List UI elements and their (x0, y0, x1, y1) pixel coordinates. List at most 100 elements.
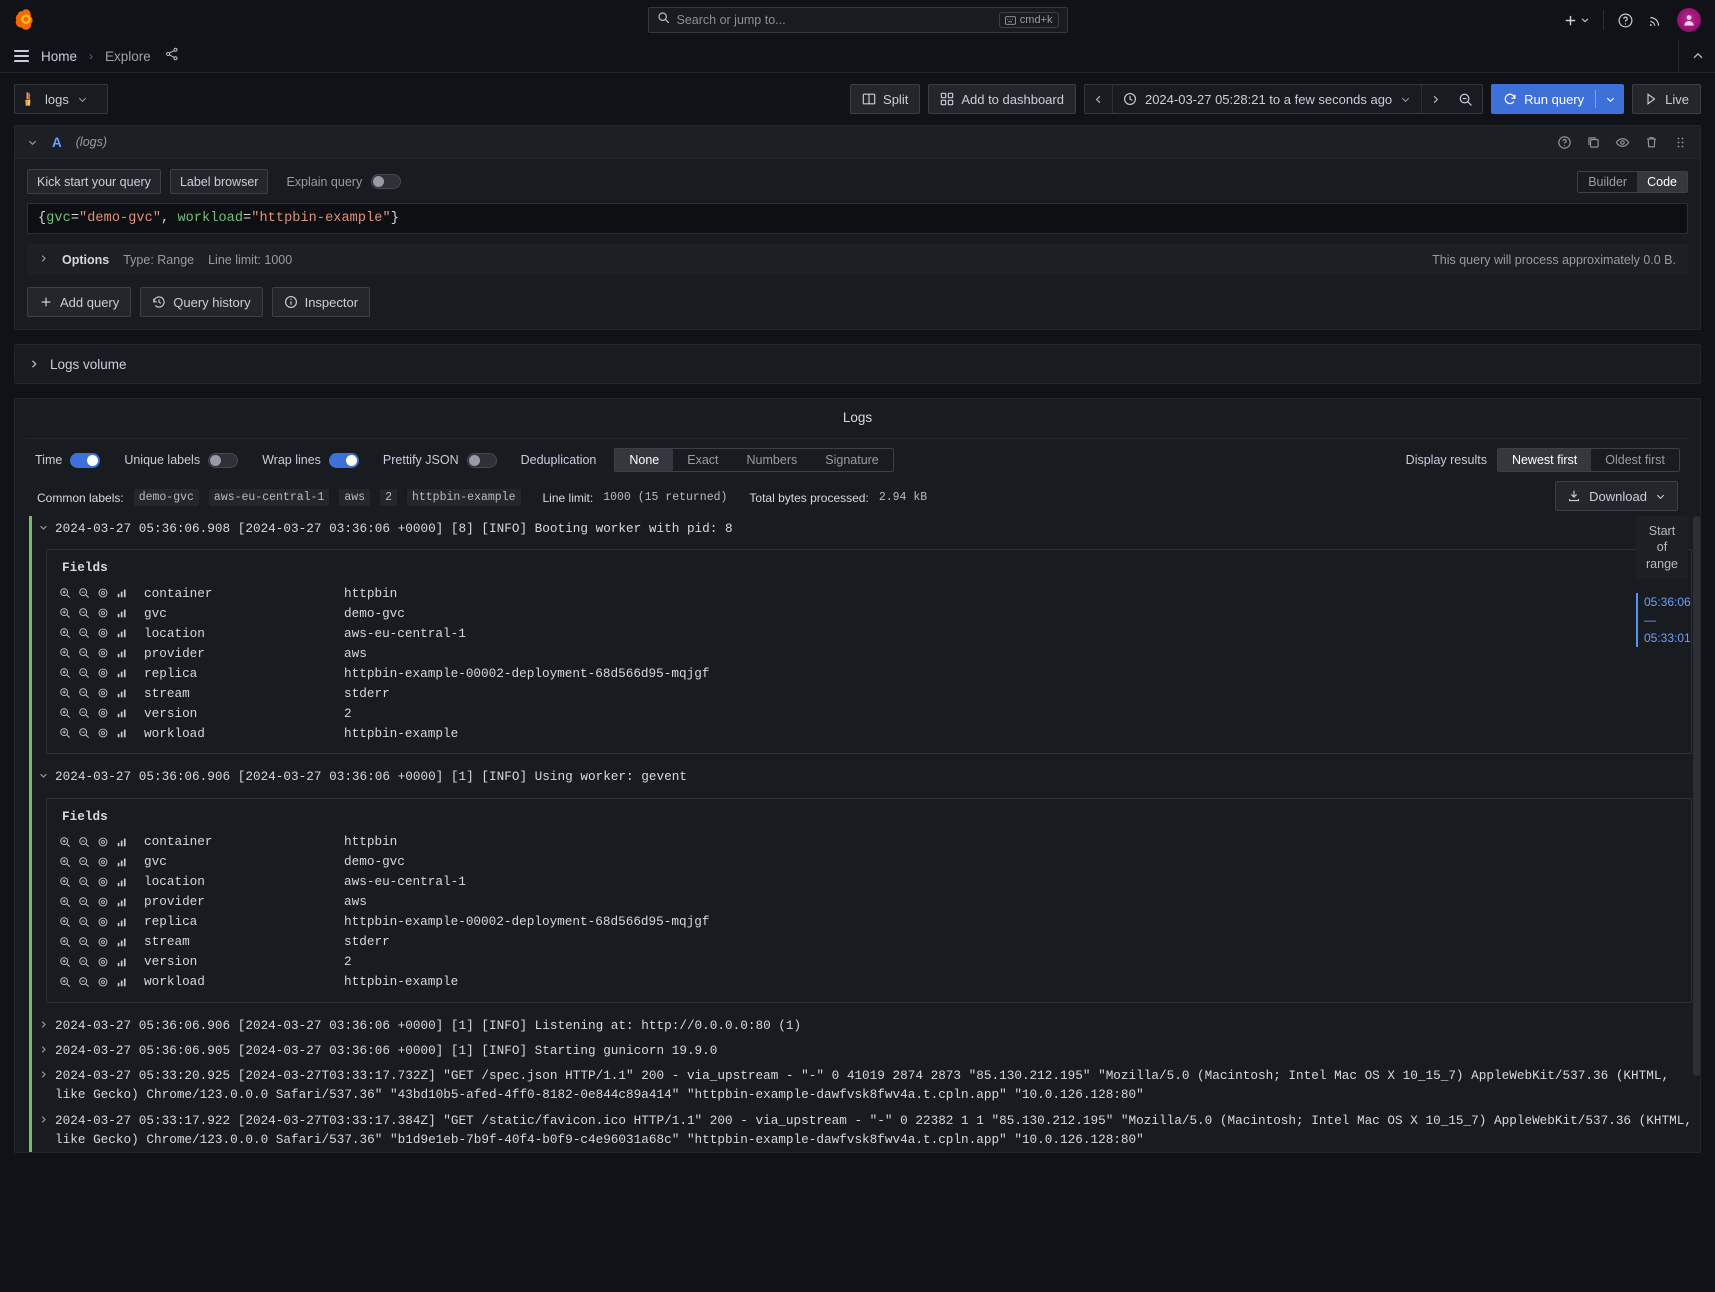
time-toggle[interactable] (70, 453, 100, 468)
ad-hoc-stats-icon[interactable] (116, 956, 128, 968)
filter-for-value-icon[interactable] (59, 627, 71, 639)
toggle-visibility-icon[interactable] (97, 916, 109, 928)
time-range-display[interactable]: 2024-03-27 05:28:21 to a few seconds ago (1112, 85, 1422, 113)
filter-for-value-icon[interactable] (59, 836, 71, 848)
filter-for-value-icon[interactable] (59, 896, 71, 908)
ad-hoc-stats-icon[interactable] (116, 607, 128, 619)
toggle-visibility-icon[interactable] (97, 647, 109, 659)
toggle-visibility-icon[interactable] (97, 856, 109, 868)
query-options-row[interactable]: Options Type: Range Line limit: 1000 Thi… (27, 244, 1688, 275)
toggle-visibility-icon[interactable] (97, 896, 109, 908)
sort-option-oldest-first[interactable]: Oldest first (1591, 449, 1679, 471)
filter-for-value-icon[interactable] (59, 687, 71, 699)
inspector-button[interactable]: Inspector (272, 287, 370, 317)
global-search-box[interactable]: cmd+k (648, 7, 1068, 33)
ad-hoc-stats-icon[interactable] (116, 896, 128, 908)
toggle-visibility-icon[interactable] (97, 936, 109, 948)
filter-out-value-icon[interactable] (78, 647, 90, 659)
help-icon[interactable] (1617, 12, 1634, 29)
wrap-lines-toggle[interactable] (329, 453, 359, 468)
label-browser-button[interactable]: Label browser (170, 169, 269, 194)
editor-mode-code[interactable]: Code (1637, 172, 1687, 192)
log-line[interactable]: 2024-03-27 05:33:20.925 [2024-03-27T03:3… (32, 1063, 1692, 1108)
ad-hoc-stats-icon[interactable] (116, 667, 128, 679)
filter-for-value-icon[interactable] (59, 936, 71, 948)
toggle-visibility-icon[interactable] (97, 687, 109, 699)
common-label-chip[interactable]: aws-eu-central-1 (209, 489, 329, 506)
ad-hoc-stats-icon[interactable] (116, 936, 128, 948)
filter-for-value-icon[interactable] (59, 956, 71, 968)
filter-out-value-icon[interactable] (78, 667, 90, 679)
user-avatar[interactable] (1677, 8, 1701, 32)
dedup-option-signature[interactable]: Signature (811, 449, 893, 471)
breadcrumb-home[interactable]: Home (41, 49, 77, 64)
ad-hoc-stats-icon[interactable] (116, 627, 128, 639)
download-button[interactable]: Download (1555, 481, 1678, 511)
filter-out-value-icon[interactable] (78, 876, 90, 888)
duplicate-query-icon[interactable] (1586, 135, 1601, 150)
filter-for-value-icon[interactable] (59, 876, 71, 888)
sort-option-newest-first[interactable]: Newest first (1498, 449, 1591, 471)
common-label-chip[interactable]: httpbin-example (407, 489, 521, 506)
search-input[interactable] (677, 13, 992, 27)
log-line[interactable]: 2024-03-27 05:36:06.906 [2024-03-27 03:3… (32, 764, 1692, 789)
expand-log-icon[interactable] (39, 1111, 48, 1130)
toggle-visibility-icon[interactable] (97, 876, 109, 888)
filter-for-value-icon[interactable] (59, 856, 71, 868)
toggle-visibility-icon[interactable] (97, 607, 109, 619)
chevron-down-icon[interactable] (27, 137, 38, 148)
ad-hoc-stats-icon[interactable] (116, 976, 128, 988)
query-history-button[interactable]: Query history (140, 287, 262, 317)
live-tail-button[interactable]: Live (1632, 84, 1701, 114)
ad-hoc-stats-icon[interactable] (116, 856, 128, 868)
hide-query-icon[interactable] (1615, 135, 1630, 150)
filter-for-value-icon[interactable] (59, 707, 71, 719)
options-expand-icon[interactable] (39, 254, 48, 266)
toggle-visibility-icon[interactable] (97, 587, 109, 599)
filter-out-value-icon[interactable] (78, 627, 90, 639)
filter-for-value-icon[interactable] (59, 587, 71, 599)
editor-mode-builder[interactable]: Builder (1578, 172, 1637, 192)
kick-start-query-button[interactable]: Kick start your query (27, 169, 161, 194)
ad-hoc-stats-icon[interactable] (116, 916, 128, 928)
ad-hoc-stats-icon[interactable] (116, 707, 128, 719)
toggle-visibility-icon[interactable] (97, 956, 109, 968)
ad-hoc-stats-icon[interactable] (116, 876, 128, 888)
logs-volume-header[interactable]: Logs volume (15, 345, 1700, 383)
expand-log-icon[interactable] (39, 767, 48, 786)
dedup-option-none[interactable]: None (615, 449, 673, 471)
datasource-picker[interactable]: logs (14, 84, 108, 114)
expand-log-icon[interactable] (39, 519, 48, 538)
log-line[interactable]: 2024-03-27 05:36:06.906 [2024-03-27 03:3… (32, 1013, 1692, 1038)
filter-out-value-icon[interactable] (78, 687, 90, 699)
prettify-json-toggle[interactable] (467, 453, 497, 468)
collapse-toolbar-button[interactable] (1678, 40, 1705, 72)
ad-hoc-stats-icon[interactable] (116, 836, 128, 848)
ad-hoc-stats-icon[interactable] (116, 587, 128, 599)
filter-out-value-icon[interactable] (78, 976, 90, 988)
dedup-option-numbers[interactable]: Numbers (733, 449, 812, 471)
dedup-option-exact[interactable]: Exact (673, 449, 732, 471)
filter-out-value-icon[interactable] (78, 587, 90, 599)
logs-volume-section[interactable]: Logs volume (14, 344, 1701, 384)
explain-query-toggle[interactable] (371, 174, 401, 189)
filter-out-value-icon[interactable] (78, 727, 90, 739)
filter-out-value-icon[interactable] (78, 856, 90, 868)
help-icon[interactable] (1557, 135, 1572, 150)
filter-out-value-icon[interactable] (78, 956, 90, 968)
ad-hoc-stats-icon[interactable] (116, 647, 128, 659)
ad-hoc-stats-icon[interactable] (116, 687, 128, 699)
time-shift-back-button[interactable] (1085, 85, 1112, 113)
filter-for-value-icon[interactable] (59, 607, 71, 619)
filter-out-value-icon[interactable] (78, 916, 90, 928)
create-new-button[interactable] (1563, 13, 1590, 28)
grafana-logo[interactable] (14, 8, 38, 32)
log-line[interactable]: 2024-03-27 05:36:06.908 [2024-03-27 03:3… (32, 516, 1692, 541)
toggle-visibility-icon[interactable] (97, 667, 109, 679)
news-feed-icon[interactable] (1647, 12, 1664, 29)
ad-hoc-stats-icon[interactable] (116, 727, 128, 739)
filter-out-value-icon[interactable] (78, 707, 90, 719)
common-label-chip[interactable]: aws (339, 489, 370, 506)
expand-log-icon[interactable] (39, 1066, 48, 1085)
add-query-button[interactable]: Add query (27, 287, 131, 317)
